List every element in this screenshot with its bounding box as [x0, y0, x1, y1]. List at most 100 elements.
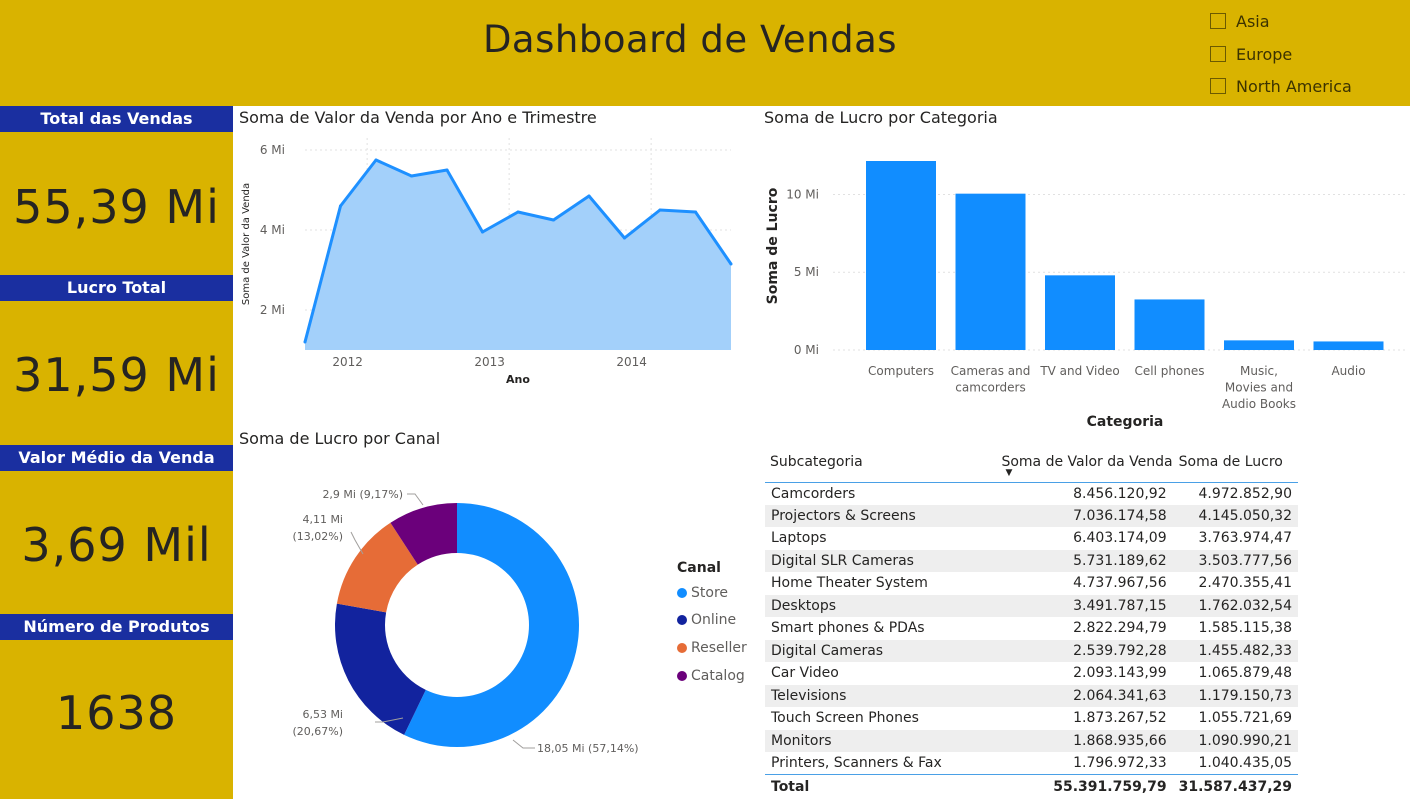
legend-dot: [677, 588, 687, 598]
cell-subcategoria: Camcorders: [771, 485, 856, 502]
table-row[interactable]: Car Video 2.093.143,99 1.065.879,48: [765, 662, 1298, 685]
cell-valor-venda: 2.093.143,99: [1073, 665, 1167, 682]
x-tick-label: Audio: [1331, 364, 1365, 378]
slicer-label: North America: [1236, 76, 1352, 96]
x-tick-label: Music, Movies and Audio Books: [1222, 364, 1296, 411]
checkbox[interactable]: [1210, 13, 1226, 29]
table-row[interactable]: Desktops 3.491.787,15 1.762.032,54: [765, 594, 1298, 617]
cell-lucro: 1.090.990,21: [1172, 729, 1298, 752]
legend-item-reseller[interactable]: Reseller: [677, 640, 747, 656]
cell-subcategoria: Televisions: [765, 684, 1002, 707]
total-value: 55.391.759,79: [1001, 774, 1173, 799]
subcategory-table[interactable]: Subcategoria Soma de Valor da Venda ▼ So…: [765, 448, 1298, 799]
kpi-panel: Total das Vendas 55,39 Mi Lucro Total 31…: [0, 106, 233, 799]
x-tick-label: 2012: [332, 355, 363, 369]
legend-item-catalog[interactable]: Catalog: [677, 668, 745, 684]
cell-subcategoria: Car Video: [771, 665, 839, 682]
checkbox[interactable]: [1210, 78, 1226, 94]
cell-lucro: 4.972.852,90: [1198, 485, 1292, 502]
cell-subcategoria: Desktops: [765, 594, 1002, 617]
slicer-item-north-america[interactable]: North America: [1210, 75, 1352, 97]
legend-item-online[interactable]: Online: [677, 612, 736, 628]
cell-lucro: 1.055.721,69: [1198, 710, 1292, 727]
cell-valor-venda: 1.868.935,66: [1001, 729, 1173, 752]
cell-valor-venda: 5.731.189,62: [1001, 549, 1173, 572]
x-axis-title: Categoria: [1087, 414, 1164, 430]
kpi-value-total-vendas: 55,39 Mi: [13, 180, 220, 234]
table-row[interactable]: Smart phones & PDAs 2.822.294,79 1.585.115…: [765, 617, 1298, 640]
page-title: Dashboard de Vendas: [482, 18, 898, 61]
legend-item-store[interactable]: Store: [677, 585, 728, 601]
table-row[interactable]: Camcorders 8.456.120,92 4.972.852,90: [765, 482, 1298, 505]
legend-dot: [677, 615, 687, 625]
cell-subcategoria: Printers, Scanners & Fax: [771, 755, 942, 771]
legend-dot: [677, 671, 687, 681]
data-point: [374, 158, 378, 162]
table-row[interactable]: Home Theater System 4.737.967,56 2.470.355…: [765, 572, 1298, 595]
data-point: [658, 208, 662, 212]
data-point: [623, 236, 626, 240]
cell-valor-venda: 6.403.174,09: [1073, 530, 1167, 547]
total-value: 31.587.437,29: [1172, 774, 1298, 799]
checkbox[interactable]: [1210, 46, 1226, 62]
table-header-row: Subcategoria Soma de Valor da Venda ▼ So…: [765, 448, 1298, 483]
table-total-row: Total 55.391.759,79 31.587.437,29: [765, 774, 1298, 799]
table-row[interactable]: Printers, Scanners & Fax 1.796.972,33 1.04…: [765, 752, 1298, 775]
data-label-online-pct: (20,67%): [292, 725, 343, 738]
column-header-label: Soma de Valor da Venda: [1001, 454, 1173, 470]
data-point: [587, 194, 591, 198]
data-point: [339, 204, 342, 208]
cell-valor-venda: 1.873.267,52: [1073, 710, 1167, 727]
column-header-lucro[interactable]: Soma de Lucro: [1172, 448, 1298, 483]
cell-subcategoria: Laptops: [771, 530, 827, 547]
y-tick-label: 10 Mi: [786, 187, 819, 201]
legend-label: Catalog: [691, 668, 745, 684]
cell-subcategoria: Projectors & Screens: [765, 504, 1002, 527]
data-label-reseller-value: 4,11 Mi: [302, 513, 343, 526]
donut-chart[interactable]: 18,05 Mi (57,14%) 6,53 Mi (20,67%) 4,11 Mi (…: [233, 460, 673, 780]
table-row[interactable]: Touch Screen Phones 1.873.267,52 1.055.721…: [765, 707, 1298, 730]
table-row[interactable]: Televisions 2.064.341,63 1.179.150,73: [765, 684, 1298, 707]
kpi-title-total-vendas: Total das Vendas: [0, 106, 233, 132]
bar-chart[interactable]: 0 Mi 5 Mi 10 Mi Computers Cameras and camcord…: [755, 130, 1410, 435]
cell-valor-venda: 1.796.972,33: [1073, 755, 1167, 771]
cell-subcategoria: Monitors: [765, 729, 1002, 752]
slicer-label: Asia: [1236, 11, 1270, 31]
x-tick-label: Cell phones: [1134, 364, 1204, 378]
column-header-valor-venda[interactable]: Soma de Valor da Venda ▼: [1001, 448, 1173, 483]
bar: [1224, 340, 1294, 350]
cell-lucro: 1.179.150,73: [1172, 684, 1298, 707]
leader-line: [407, 493, 424, 506]
bar: [955, 193, 1026, 350]
bar: [866, 161, 936, 350]
table-row[interactable]: Digital Cameras 2.539.792,28 1.455.482,33: [765, 639, 1298, 662]
kpi-title-valor-medio: Valor Médio da Venda: [0, 445, 233, 471]
donut-chart-title: Soma de Lucro por Canal: [239, 429, 441, 448]
slicer-label: Europe: [1236, 44, 1293, 64]
cell-lucro: 3.763.974,47: [1198, 530, 1292, 547]
sort-descending-icon[interactable]: ▼: [1005, 468, 1012, 478]
bar: [1045, 275, 1115, 350]
slicer-item-europe[interactable]: Europe: [1210, 43, 1292, 65]
cell-valor-venda: 2.822.294,79: [1073, 620, 1167, 637]
table-row[interactable]: Projectors & Screens 7.036.174,58 4.145.05…: [765, 504, 1298, 527]
cell-lucro: 1.040.435,05: [1198, 755, 1292, 771]
cell-lucro: 1.762.032,54: [1172, 594, 1298, 617]
table-row[interactable]: Monitors 1.868.935,66 1.090.990,21: [765, 729, 1298, 752]
cell-lucro: 1.455.482,33: [1172, 639, 1298, 662]
bar: [1313, 341, 1384, 350]
data-point: [694, 210, 697, 214]
table-row[interactable]: Laptops 6.403.174,09 3.763.974,47: [765, 527, 1298, 550]
data-label-reseller-pct: (13,02%): [292, 530, 343, 543]
column-header-subcategoria[interactable]: Subcategoria: [765, 448, 1002, 483]
cell-subcategoria: Digital Cameras: [765, 639, 1002, 662]
legend-label: Online: [691, 612, 737, 628]
legend-dot: [677, 643, 687, 653]
slicer-item-asia[interactable]: Asia: [1210, 10, 1270, 32]
data-label-store: 18,05 Mi (57,14%): [537, 742, 639, 755]
table-row[interactable]: Digital SLR Cameras 5.731.189,62 3.503.777…: [765, 549, 1298, 572]
area-chart[interactable]: 2 Mi 4 Mi 6 Mi 2012 2013 2014 Ano Soma de Valor…: [233, 130, 753, 395]
donut-slice-online: [335, 603, 426, 735]
area-fill: [305, 160, 731, 350]
data-point: [303, 340, 307, 344]
